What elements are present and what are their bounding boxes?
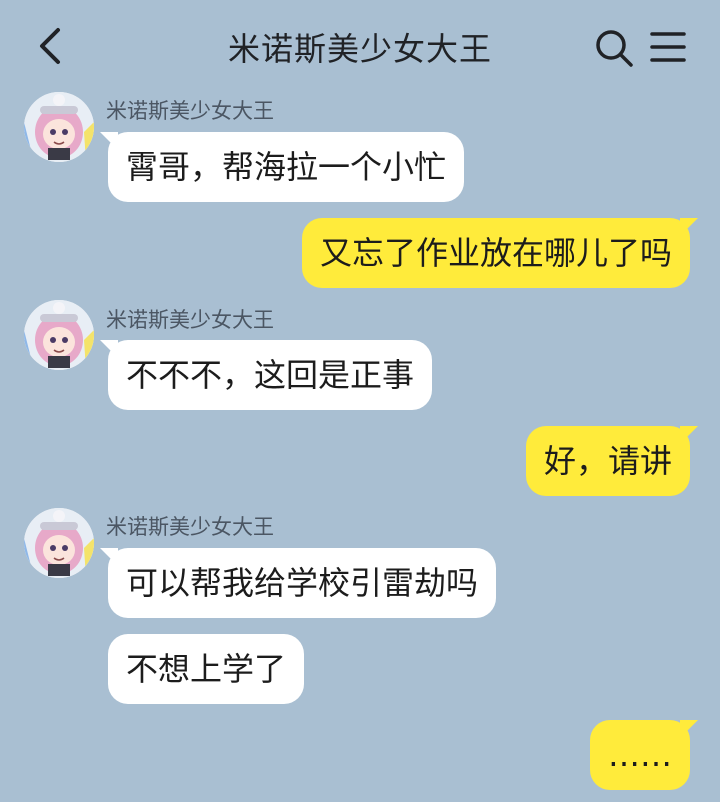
sender-name: 米诺斯美少女大王 (106, 99, 274, 123)
anime-girl-avatar-icon (24, 508, 94, 578)
bubble-tail (680, 426, 698, 444)
message-bubble[interactable]: 不想上学了 (108, 634, 305, 704)
message-bubble[interactable]: 好，请讲 (525, 426, 698, 496)
bubble-tail (100, 340, 118, 358)
bubble-tail (680, 218, 698, 236)
message-bubble[interactable]: …… (590, 720, 698, 790)
search-button[interactable] (594, 28, 634, 68)
anime-girl-avatar-icon (24, 92, 94, 162)
chat-header: 米诺斯美少女大王 (0, 0, 720, 92)
hamburger-menu-icon (650, 32, 686, 62)
message-text: 不想上学了 (126, 650, 287, 688)
message-bubble[interactable]: 又忘了作业放在哪儿了吗 (301, 218, 698, 288)
message-bubble[interactable]: 可以帮我给学校引雷劫吗 (100, 548, 497, 618)
bubble-tail (100, 132, 118, 150)
message-text: 可以帮我给学校引雷劫吗 (126, 564, 479, 602)
chat-screen: 米诺斯美少女大王 米诺斯美少女大王 霄哥，帮海拉一个小忙 又忘了作业放在哪儿了吗… (0, 0, 720, 802)
search-icon (596, 30, 633, 67)
message-text: 好，请讲 (543, 442, 672, 480)
bubble-tail (100, 548, 118, 566)
sender-name: 米诺斯美少女大王 (106, 515, 274, 539)
sender-name: 米诺斯美少女大王 (106, 308, 274, 332)
avatar[interactable] (24, 300, 94, 370)
menu-button[interactable] (650, 30, 686, 64)
message-text: …… (608, 736, 672, 774)
message-text: 霄哥，帮海拉一个小忙 (126, 148, 447, 186)
anime-girl-avatar-icon (24, 300, 94, 370)
bubble-tail (680, 720, 698, 738)
avatar[interactable] (24, 508, 94, 578)
message-bubble[interactable]: 霄哥，帮海拉一个小忙 (100, 132, 465, 202)
message-text: 又忘了作业放在哪儿了吗 (319, 234, 672, 272)
message-text: 不不不，这回是正事 (126, 356, 415, 394)
message-bubble[interactable]: 不不不，这回是正事 (100, 340, 433, 410)
avatar[interactable] (24, 92, 94, 162)
